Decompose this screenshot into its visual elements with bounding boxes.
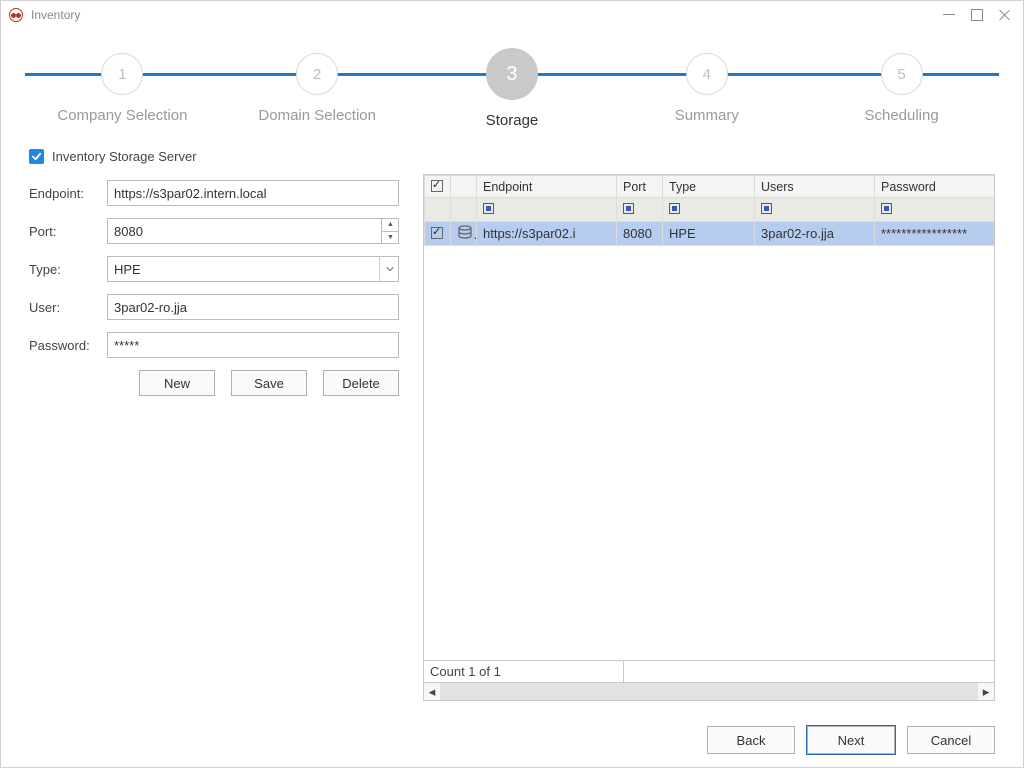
endpoint-label: Endpoint: [29, 186, 107, 201]
port-spin-up[interactable]: ▲ [381, 218, 399, 232]
horizontal-scrollbar[interactable]: ◂ ▸ [423, 683, 995, 701]
step-4[interactable]: 4 Summary [609, 53, 804, 129]
cancel-button[interactable]: Cancel [907, 726, 995, 754]
header-endpoint[interactable]: Endpoint [477, 176, 617, 198]
step-label: Summary [675, 107, 739, 124]
step-label: Storage [486, 112, 539, 129]
row-port: 8080 [617, 222, 663, 246]
header-password[interactable]: Password [875, 176, 996, 198]
step-number: 5 [881, 53, 923, 95]
inventory-window: Inventory 1 Company Selection 2 Domain Sele… [0, 0, 1024, 768]
step-1[interactable]: 1 Company Selection [25, 53, 220, 129]
table-row[interactable]: https://s3par02.i 8080 HPE 3par02-ro.jja… [425, 222, 996, 246]
close-button[interactable] [999, 9, 1011, 21]
type-select[interactable]: HPE [107, 256, 399, 282]
password-label: Password: [29, 338, 107, 353]
filter-icon [623, 203, 634, 214]
maximize-button[interactable] [971, 9, 983, 21]
storage-icon [451, 222, 477, 246]
step-number: 2 [296, 53, 338, 95]
count-label: Count 1 of 1 [424, 661, 624, 682]
window-title: Inventory [31, 8, 80, 22]
filter-type[interactable] [663, 198, 755, 222]
row-check-cell[interactable] [425, 222, 451, 246]
password-input[interactable]: ***** [107, 332, 399, 358]
filter-password[interactable] [875, 198, 996, 222]
filter-icon [483, 203, 494, 214]
storage-form: Endpoint: https://s3par02.intern.local P… [29, 174, 399, 701]
header-icon [451, 176, 477, 198]
step-number: 3 [486, 48, 538, 100]
inventory-storage-checkbox[interactable] [29, 149, 44, 164]
user-label: User: [29, 300, 107, 315]
back-button[interactable]: Back [707, 726, 795, 754]
step-number: 4 [686, 53, 728, 95]
header-type[interactable]: Type [663, 176, 755, 198]
next-button[interactable]: Next [807, 726, 895, 754]
chevron-down-icon[interactable] [379, 256, 399, 282]
user-input[interactable]: 3par02-ro.jja [107, 294, 399, 320]
step-number: 1 [101, 53, 143, 95]
scroll-left-icon[interactable]: ◂ [424, 683, 440, 700]
new-button[interactable]: New [139, 370, 215, 396]
step-label: Company Selection [57, 107, 187, 124]
step-2[interactable]: 2 Domain Selection [220, 53, 415, 129]
storage-table: Endpoint Port Type Users Password [424, 175, 995, 246]
filter-port[interactable] [617, 198, 663, 222]
filter-icon [669, 203, 680, 214]
inventory-storage-checkbox-row: Inventory Storage Server [29, 149, 995, 164]
port-input[interactable]: 8080 [107, 218, 399, 244]
step-label: Domain Selection [258, 107, 376, 124]
filter-endpoint[interactable] [477, 198, 617, 222]
row-type: HPE [663, 222, 755, 246]
count-bar: Count 1 of 1 [423, 661, 995, 683]
endpoint-input[interactable]: https://s3par02.intern.local [107, 180, 399, 206]
filter-icon [881, 203, 892, 214]
header-port[interactable]: Port [617, 176, 663, 198]
app-icon [9, 8, 23, 22]
filter-users[interactable] [755, 198, 875, 222]
row-endpoint: https://s3par02.i [477, 222, 617, 246]
minimize-button[interactable] [943, 9, 955, 21]
storage-grid-pane: Endpoint Port Type Users Password [423, 174, 995, 701]
delete-button[interactable]: Delete [323, 370, 399, 396]
save-button[interactable]: Save [231, 370, 307, 396]
titlebar: Inventory [1, 1, 1023, 29]
scroll-right-icon[interactable]: ▸ [978, 683, 994, 700]
wizard-steps: 1Company Selection2Domain Selection3Stor… [25, 43, 999, 133]
row-password: ***************** [875, 222, 996, 246]
step-3[interactable]: 3Storage [415, 53, 610, 129]
type-label: Type: [29, 262, 107, 277]
header-users[interactable]: Users [755, 176, 875, 198]
storage-grid: Endpoint Port Type Users Password [423, 174, 995, 661]
header-check[interactable] [425, 176, 451, 198]
port-label: Port: [29, 224, 107, 239]
window-buttons [943, 9, 1017, 21]
filter-icon [761, 203, 772, 214]
inventory-storage-label: Inventory Storage Server [52, 149, 197, 164]
step-label: Scheduling [864, 107, 938, 124]
wizard-footer: Back Next Cancel [1, 713, 1023, 767]
step-5[interactable]: 5 Scheduling [804, 53, 999, 129]
port-spin-down[interactable]: ▼ [381, 232, 399, 245]
row-users: 3par02-ro.jja [755, 222, 875, 246]
